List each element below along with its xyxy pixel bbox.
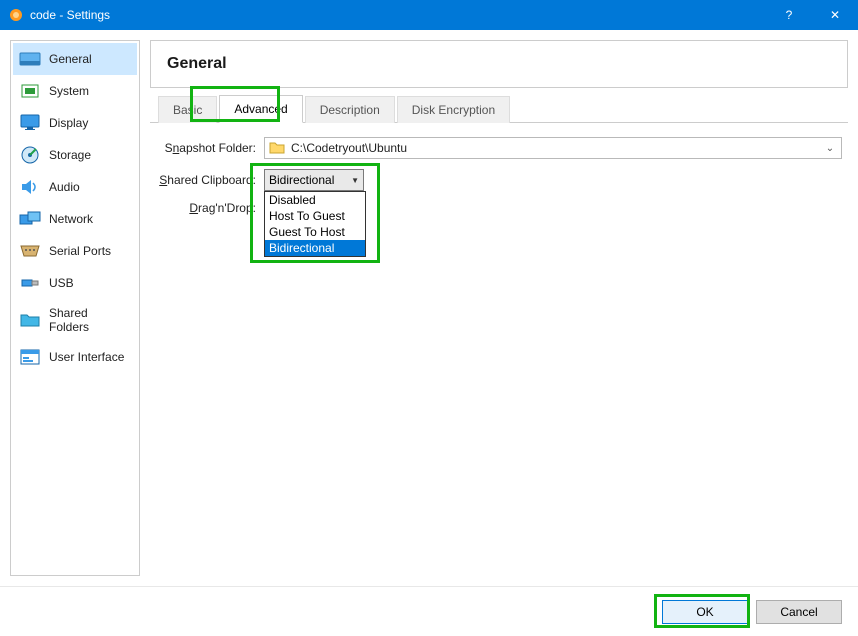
ok-button[interactable]: OK — [662, 600, 748, 624]
shared-clipboard-dropdown: Disabled Host To Guest Guest To Host Bid… — [264, 191, 366, 257]
chevron-down-icon: ▼ — [351, 176, 359, 185]
tab-description[interactable]: Description — [305, 96, 395, 123]
shared-clipboard-value: Bidirectional — [269, 173, 351, 187]
sidebar-item-general[interactable]: General — [13, 43, 137, 75]
row-shared-clipboard: Shared Clipboard: Bidirectional ▼ Disabl… — [156, 169, 842, 191]
sidebar-item-usb[interactable]: USB — [13, 267, 137, 299]
titlebar: code - Settings ? ✕ — [0, 0, 858, 30]
tabs: Basic Advanced Description Disk Encrypti… — [150, 94, 848, 123]
general-icon — [19, 50, 41, 68]
shared-clipboard-label: Shared Clipboard: — [156, 173, 256, 187]
snapshot-folder-value: C:\Codetryout\Ubuntu — [291, 141, 823, 155]
close-button[interactable]: ✕ — [812, 0, 858, 30]
system-icon — [19, 82, 41, 100]
sidebar-item-storage[interactable]: Storage — [13, 139, 137, 171]
sidebar-item-display[interactable]: Display — [13, 107, 137, 139]
sidebar-item-shared-folders[interactable]: Shared Folders — [13, 299, 137, 341]
snapshot-folder-field[interactable]: C:\Codetryout\Ubuntu ⌄ — [264, 137, 842, 159]
audio-icon — [19, 178, 41, 196]
serial-icon — [19, 242, 41, 260]
sidebar-item-label: Serial Ports — [49, 244, 111, 258]
sidebar-item-audio[interactable]: Audio — [13, 171, 137, 203]
option-disabled[interactable]: Disabled — [265, 192, 365, 208]
chevron-down-icon[interactable]: ⌄ — [823, 143, 837, 154]
sidebar-item-label: Display — [49, 116, 88, 130]
folder-small-icon — [269, 141, 285, 155]
tab-advanced[interactable]: Advanced — [219, 95, 302, 123]
sidebar-item-serial[interactable]: Serial Ports — [13, 235, 137, 267]
ui-icon — [19, 348, 41, 366]
sidebar-item-label: Shared Folders — [49, 306, 131, 334]
drag-n-drop-label: Drag'n'Drop: — [156, 201, 256, 215]
footer: OK Cancel — [0, 586, 858, 636]
folder-icon — [19, 311, 41, 329]
network-icon — [19, 210, 41, 228]
sidebar-item-label: Audio — [49, 180, 80, 194]
app-icon — [8, 7, 24, 23]
sidebar-item-label: USB — [49, 276, 74, 290]
section-header: General — [150, 40, 848, 88]
form-area: Snapshot Folder: C:\Codetryout\Ubuntu ⌄ … — [150, 123, 848, 231]
page-title: General — [167, 55, 831, 73]
row-snapshot-folder: Snapshot Folder: C:\Codetryout\Ubuntu ⌄ — [156, 137, 842, 159]
option-host-to-guest[interactable]: Host To Guest — [265, 208, 365, 224]
sidebar-item-system[interactable]: System — [13, 75, 137, 107]
sidebar-item-label: User Interface — [49, 350, 124, 364]
tab-disk-encryption[interactable]: Disk Encryption — [397, 96, 510, 123]
snapshot-folder-label: Snapshot Folder: — [156, 141, 256, 155]
sidebar-item-network[interactable]: Network — [13, 203, 137, 235]
sidebar: General System Display Storage Audio Net… — [10, 40, 140, 576]
main-panel: General Basic Advanced Description Disk … — [150, 40, 848, 576]
help-button[interactable]: ? — [766, 0, 812, 30]
window-title: code - Settings — [30, 8, 766, 22]
usb-icon — [19, 274, 41, 292]
option-bidirectional[interactable]: Bidirectional — [265, 240, 365, 256]
sidebar-item-label: Storage — [49, 148, 91, 162]
cancel-button[interactable]: Cancel — [756, 600, 842, 624]
storage-icon — [19, 146, 41, 164]
sidebar-item-label: System — [49, 84, 89, 98]
sidebar-item-label: Network — [49, 212, 93, 226]
shared-clipboard-combo[interactable]: Bidirectional ▼ Disabled Host To Guest G… — [264, 169, 364, 191]
option-guest-to-host[interactable]: Guest To Host — [265, 224, 365, 240]
row-drag-n-drop: Drag'n'Drop: — [156, 201, 842, 215]
sidebar-item-label: General — [49, 52, 92, 66]
sidebar-item-user-interface[interactable]: User Interface — [13, 341, 137, 373]
display-icon — [19, 114, 41, 132]
tab-basic[interactable]: Basic — [158, 96, 217, 123]
